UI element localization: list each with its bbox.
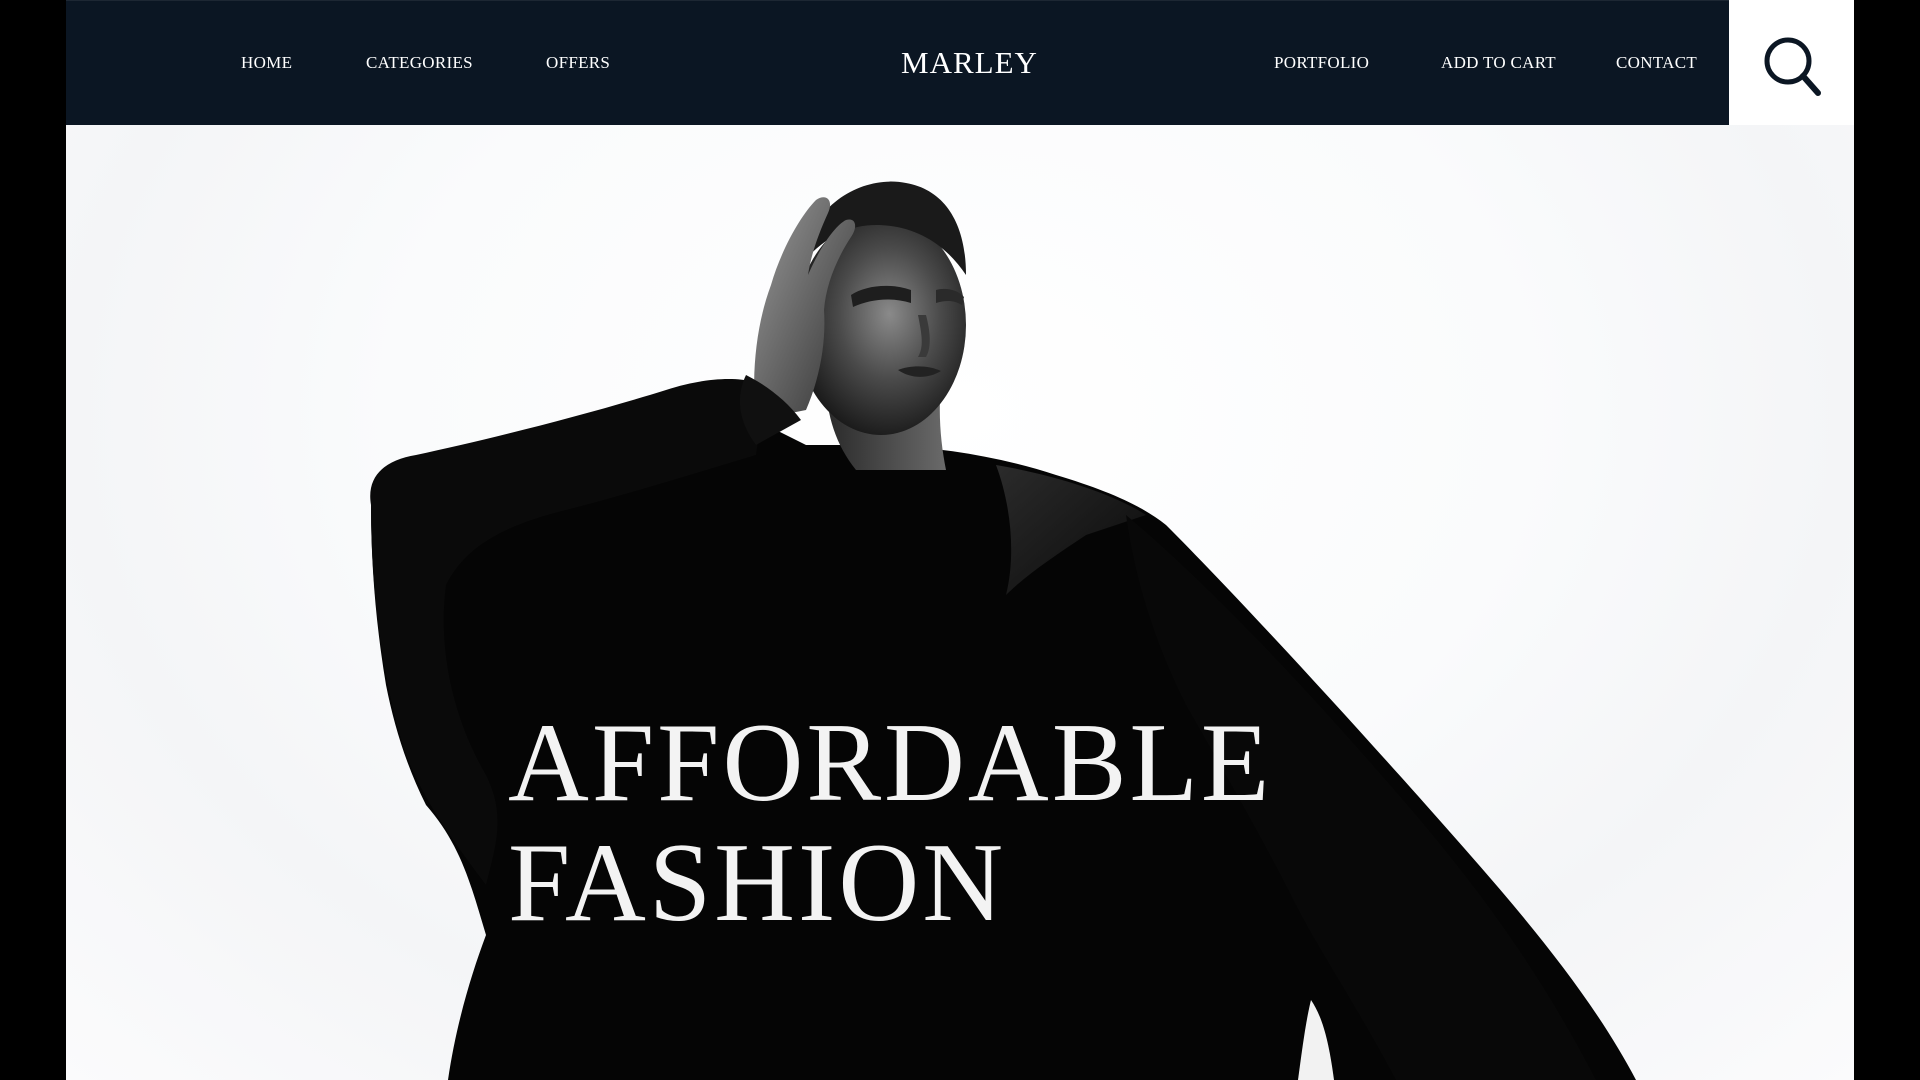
page-frame: HOME CATEGORIES OFFERS MARLEY PORTFOLIO … bbox=[66, 0, 1854, 1080]
nav-link-categories[interactable]: CATEGORIES bbox=[366, 53, 473, 73]
nav-link-offers[interactable]: OFFERS bbox=[546, 53, 610, 73]
nav-link-add-to-cart[interactable]: ADD TO CART bbox=[1441, 53, 1556, 73]
search-button[interactable] bbox=[1729, 0, 1854, 125]
hero-headline: AFFORDABLE FASHION bbox=[508, 703, 1272, 943]
nav-link-contact[interactable]: CONTACT bbox=[1616, 53, 1697, 73]
brand-logo[interactable]: MARLEY bbox=[901, 45, 1038, 81]
search-icon bbox=[1764, 37, 1821, 96]
nav-link-portfolio[interactable]: PORTFOLIO bbox=[1274, 53, 1369, 73]
top-navbar: HOME CATEGORIES OFFERS MARLEY PORTFOLIO … bbox=[66, 0, 1729, 125]
hero-headline-line1: AFFORDABLE bbox=[508, 701, 1273, 825]
hero-headline-line2: FASHION bbox=[508, 821, 1007, 945]
hero-section: AFFORDABLE FASHION bbox=[66, 125, 1854, 1080]
nav-link-home[interactable]: HOME bbox=[241, 53, 292, 73]
